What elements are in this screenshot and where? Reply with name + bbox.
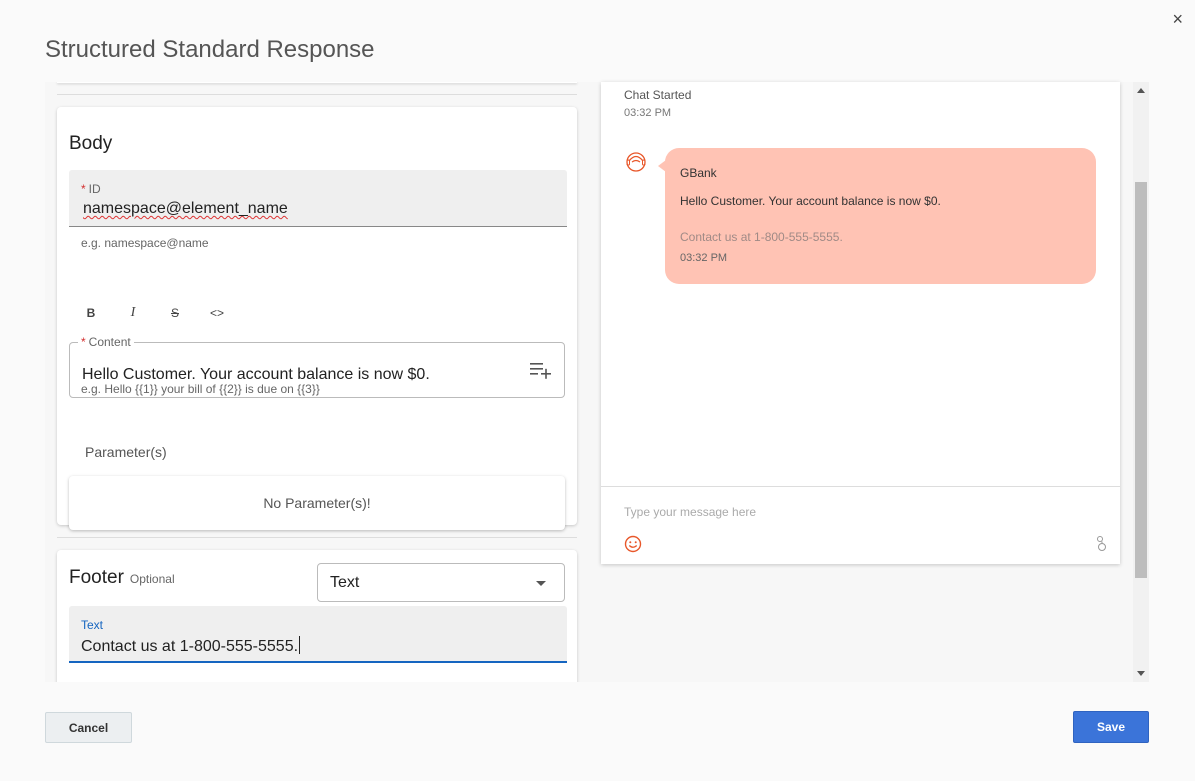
scrollbar-thumb[interactable] bbox=[1135, 182, 1147, 578]
body-card: Body * ID namespace@element_name e.g. nam… bbox=[57, 107, 577, 530]
parameters-empty-card: No Parameter(s)! bbox=[69, 476, 565, 530]
footer-type-select[interactable]: Text bbox=[317, 563, 565, 602]
message-text: Hello Customer. Your account balance is … bbox=[680, 194, 941, 208]
format-toolbar: B I S <> bbox=[81, 303, 227, 323]
footer-section-title: Footer Optional bbox=[69, 567, 175, 589]
optional-label: Optional bbox=[129, 572, 175, 586]
footer-text-input[interactable]: Contact us at 1-800-555-5555. bbox=[81, 638, 298, 655]
content-label-text: Content bbox=[88, 335, 131, 349]
structured-response-dialog: × Structured Standard Response Body * ID … bbox=[0, 0, 1195, 781]
agent-avatar-icon bbox=[626, 152, 646, 172]
divider bbox=[57, 537, 577, 538]
strikethrough-button[interactable]: S bbox=[165, 303, 185, 323]
text-caret bbox=[299, 636, 301, 654]
footer-card: Footer Optional Text Text Contact us at 1… bbox=[57, 550, 577, 682]
footer-text-label: Text bbox=[81, 618, 104, 632]
footer-type-value: Text bbox=[330, 574, 360, 591]
message-sender: GBank bbox=[680, 166, 717, 180]
emoji-icon[interactable] bbox=[624, 535, 642, 553]
chat-started-time: 03:32 PM bbox=[624, 107, 672, 119]
dialog-title: Structured Standard Response bbox=[45, 36, 375, 63]
footer-title-text: Footer bbox=[69, 567, 124, 588]
chat-started-label: Chat Started bbox=[624, 88, 692, 102]
save-button[interactable]: Save bbox=[1073, 711, 1149, 743]
attachment-icon[interactable] bbox=[1096, 535, 1108, 553]
id-field-label: * ID bbox=[81, 182, 101, 196]
code-button[interactable]: <> bbox=[207, 303, 227, 323]
message-footer: Contact us at 1-800-555-5555. bbox=[680, 230, 843, 244]
message-bubble: GBank Hello Customer. Your account balan… bbox=[665, 148, 1096, 284]
cancel-button[interactable]: Cancel bbox=[45, 712, 132, 743]
id-label-text: ID bbox=[88, 182, 101, 196]
divider bbox=[57, 94, 577, 95]
footer-text-value[interactable]: Contact us at 1-800-555-5555. bbox=[81, 636, 301, 656]
footer-text-field[interactable]: Text Contact us at 1-800-555-5555. bbox=[69, 606, 567, 663]
scrollbar[interactable] bbox=[1133, 82, 1149, 682]
chevron-down-icon bbox=[536, 581, 546, 586]
playlist-add-icon[interactable] bbox=[530, 361, 552, 379]
italic-button[interactable]: I bbox=[123, 303, 143, 323]
scroll-down-arrow-icon[interactable] bbox=[1137, 671, 1145, 676]
body-section-title: Body bbox=[69, 133, 113, 154]
header-card-edge bbox=[57, 82, 577, 83]
required-mark: * bbox=[81, 335, 86, 349]
id-hint: e.g. namespace@name bbox=[81, 236, 209, 250]
preview-pane: Chat Started 03:32 PM GBank Hello Custom… bbox=[589, 82, 1149, 682]
message-time: 03:32 PM bbox=[680, 252, 728, 264]
editor-pane[interactable]: Body * ID namespace@element_name e.g. nam… bbox=[45, 82, 589, 682]
bold-button[interactable]: B bbox=[81, 303, 101, 323]
id-input[interactable]: namespace@element_name bbox=[83, 200, 288, 218]
parameters-label: Parameter(s) bbox=[85, 444, 167, 460]
content-hint: e.g. Hello {{1}} your bill of {{2}} is d… bbox=[81, 382, 320, 396]
content-field-label: * Content bbox=[78, 335, 134, 349]
close-icon[interactable]: × bbox=[1172, 10, 1183, 28]
scroll-up-arrow-icon[interactable] bbox=[1137, 88, 1145, 93]
chat-preview: Chat Started 03:32 PM GBank Hello Custom… bbox=[601, 82, 1120, 564]
composer-placeholder[interactable]: Type your message here bbox=[624, 505, 756, 519]
id-field[interactable]: * ID namespace@element_name bbox=[69, 170, 567, 227]
required-mark: * bbox=[81, 182, 86, 196]
message-composer[interactable]: Type your message here bbox=[601, 486, 1120, 564]
